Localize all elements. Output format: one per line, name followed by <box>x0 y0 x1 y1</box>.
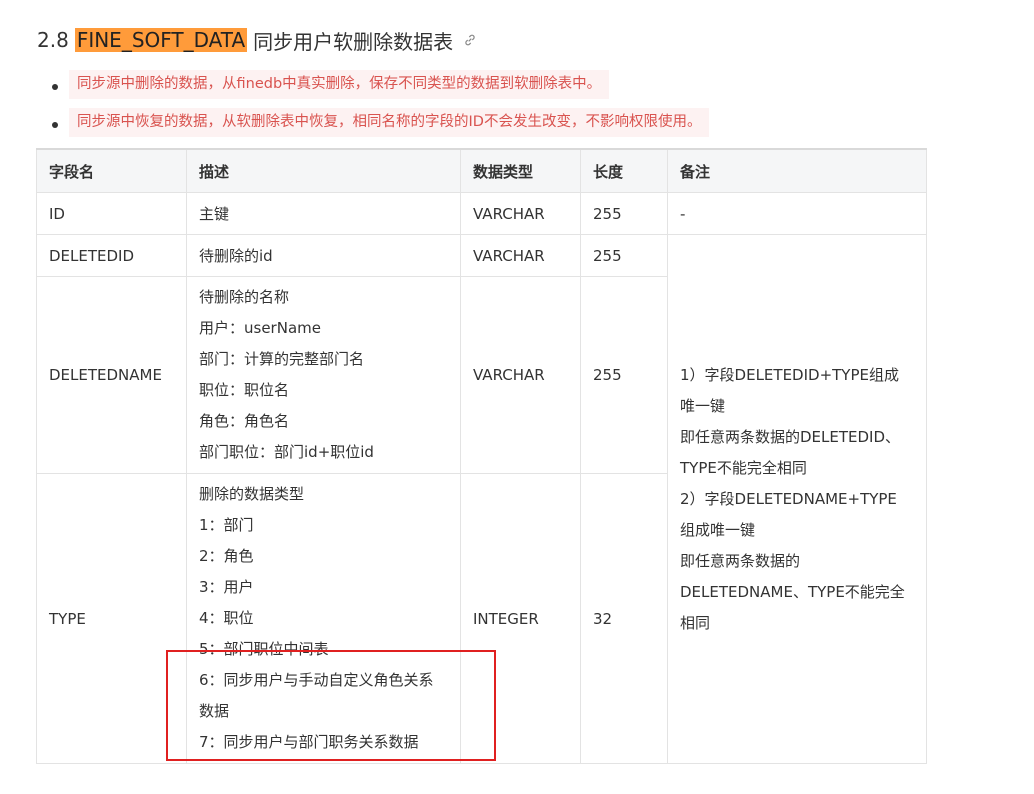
desc-line: 角色：角色名 <box>199 412 290 430</box>
remark-line: 1）字段DELETEDID+TYPE组成 <box>680 365 899 384</box>
bullet-icon <box>52 84 58 90</box>
cell-length: 255 <box>580 234 668 277</box>
desc-line: 部门职位：部门id+职位id <box>199 443 374 461</box>
desc-line: 4：职位 <box>199 609 254 627</box>
header-length: 长度 <box>580 148 668 193</box>
cell-remark: - <box>667 192 927 235</box>
cell-remark-merged: 1）字段DELETEDID+TYPE组成 唯一键 即任意两条数据的DELETED… <box>667 234 927 764</box>
section-heading: 2.8 FINE_SOFT_DATA 同步用户软删除数据表 <box>37 26 477 54</box>
soft-delete-table: 字段名 描述 数据类型 长度 备注 ID 主键 VARCHAR 255 - DE… <box>36 148 927 764</box>
cell-field: ID <box>36 192 187 235</box>
cell-field: DELETEDNAME <box>36 276 187 474</box>
note-text: 同步源中删除的数据，从finedb中真实删除，保存不同类型的数据到软删除表中。 <box>69 70 610 99</box>
cell-field: TYPE <box>36 473 187 764</box>
desc-line: 2：角色 <box>199 547 254 565</box>
cell-type: INTEGER <box>460 473 581 764</box>
note-text: 同步源中恢复的数据，从软删除表中恢复，相同名称的字段的ID不会发生改变，不影响权… <box>69 108 710 137</box>
table-name-highlight: FINE_SOFT_DATA <box>74 28 248 52</box>
section-number: 2.8 <box>37 28 69 52</box>
table-header-row: 字段名 描述 数据类型 长度 备注 <box>36 148 927 193</box>
remark-line: TYPE不能完全相同 <box>680 458 807 477</box>
cell-type: VARCHAR <box>460 192 581 235</box>
section-title: 同步用户软删除数据表 <box>253 29 454 54</box>
desc-line: 5：部门职位中间表 <box>199 640 329 658</box>
desc-line: 7：同步用户与部门职务关系数据 <box>199 733 419 751</box>
cell-length: 32 <box>580 473 668 764</box>
desc-line: 6：同步用户与手动自定义角色关系 <box>199 671 434 689</box>
link-icon[interactable] <box>463 33 477 47</box>
remark-line: 唯一键 <box>680 396 726 415</box>
remark-line: 2）字段DELETEDNAME+TYPE <box>680 489 897 508</box>
header-description: 描述 <box>186 148 461 193</box>
remark-line: 组成唯一键 <box>680 520 756 539</box>
table-row: ID 主键 VARCHAR 255 - <box>36 192 927 235</box>
desc-line: 用户：userName <box>199 319 321 337</box>
cell-length: 255 <box>580 276 668 474</box>
desc-line: 待删除的名称 <box>199 288 290 306</box>
header-remark: 备注 <box>667 148 927 193</box>
table-row: DELETEDID 待删除的id VARCHAR 255 1）字段DELETED… <box>36 234 927 764</box>
cell-desc: 主键 <box>186 192 461 235</box>
remark-line: 即任意两条数据的DELETEDID、 <box>680 427 901 446</box>
bullet-icon <box>52 122 58 128</box>
desc-line: 职位：职位名 <box>199 381 290 399</box>
desc-line: 1：部门 <box>199 516 254 534</box>
header-field-name: 字段名 <box>36 148 187 193</box>
desc-line: 部门：计算的完整部门名 <box>199 350 365 368</box>
desc-line: 3：用户 <box>199 578 254 596</box>
remark-line: DELETEDNAME、TYPE不能完全 <box>680 582 905 601</box>
cell-desc: 删除的数据类型 1：部门 2：角色 3：用户 4：职位 5：部门职位中间表 6：… <box>186 473 461 764</box>
remark-line: 即任意两条数据的 <box>680 551 801 570</box>
cell-desc: 待删除的id <box>186 234 461 277</box>
cell-desc: 待删除的名称 用户：userName 部门：计算的完整部门名 职位：职位名 角色… <box>186 276 461 474</box>
cell-type: VARCHAR <box>460 276 581 474</box>
desc-line: 数据 <box>199 702 230 720</box>
cell-type: VARCHAR <box>460 234 581 277</box>
header-data-type: 数据类型 <box>460 148 581 193</box>
cell-length: 255 <box>580 192 668 235</box>
cell-field: DELETEDID <box>36 234 187 277</box>
remark-line: 相同 <box>680 613 711 632</box>
desc-line: 删除的数据类型 <box>199 485 305 503</box>
